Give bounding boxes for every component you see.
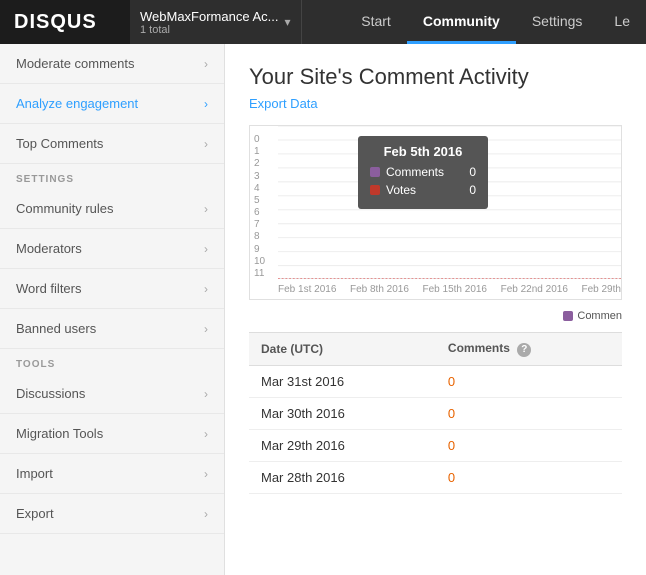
chevron-icon: › xyxy=(204,467,208,481)
sidebar-label-migration-tools: Migration Tools xyxy=(16,426,103,441)
site-chevron-icon: ▾ xyxy=(284,15,290,29)
sidebar-label-word-filters: Word filters xyxy=(16,281,82,296)
export-data-link[interactable]: Export Data xyxy=(249,96,318,111)
sidebar-item-banned-users[interactable]: Banned users › xyxy=(0,309,224,349)
table-cell-date: Mar 29th 2016 xyxy=(249,429,436,461)
sidebar-item-top-comments[interactable]: Top Comments › xyxy=(0,124,224,164)
top-nav: DISQUS WebMaxFormance Ac... 1 total ▾ St… xyxy=(0,0,646,44)
chart-tooltip: Feb 5th 2016 Comments 0 Votes xyxy=(358,136,488,209)
sidebar-item-migration-tools[interactable]: Migration Tools › xyxy=(0,414,224,454)
sidebar-item-export[interactable]: Export › xyxy=(0,494,224,534)
sidebar-label-moderators: Moderators xyxy=(16,241,82,256)
nav-settings[interactable]: Settings xyxy=(516,0,599,44)
chevron-icon: › xyxy=(204,137,208,151)
nav-le[interactable]: Le xyxy=(598,0,646,44)
main-layout: Moderate comments › Analyze engagement ›… xyxy=(0,44,646,575)
sidebar-item-import[interactable]: Import › xyxy=(0,454,224,494)
chevron-icon: › xyxy=(204,387,208,401)
chart-area: Feb 1st 2016 Feb 8th 2016 Feb 15th 2016 … xyxy=(278,126,621,299)
table-cell-comments: 0 xyxy=(436,429,622,461)
sidebar-label-moderate-comments: Moderate comments xyxy=(16,56,135,71)
sidebar-label-top-comments: Top Comments xyxy=(16,136,103,151)
page-title: Your Site's Comment Activity xyxy=(249,64,622,90)
table-row: Mar 31st 2016 0 xyxy=(249,365,622,397)
table-cell-comments: 0 xyxy=(436,461,622,493)
chevron-icon: › xyxy=(204,507,208,521)
sidebar-label-community-rules: Community rules xyxy=(16,201,114,216)
tooltip-votes-value: 0 xyxy=(469,183,476,197)
sidebar-item-analyze-engagement[interactable]: Analyze engagement › xyxy=(0,84,224,124)
col-header-comments: Comments ? xyxy=(436,333,622,366)
table-row: Mar 28th 2016 0 xyxy=(249,461,622,493)
chevron-icon: › xyxy=(204,322,208,336)
nav-start[interactable]: Start xyxy=(345,0,407,44)
sidebar-label-analyze-engagement: Analyze engagement xyxy=(16,96,138,111)
chevron-icon: › xyxy=(204,57,208,71)
table-cell-comments: 0 xyxy=(436,397,622,429)
chart-xaxis: Feb 1st 2016 Feb 8th 2016 Feb 15th 2016 … xyxy=(278,282,621,300)
chevron-icon: › xyxy=(204,282,208,296)
table-row: Mar 29th 2016 0 xyxy=(249,429,622,461)
comments-help-icon[interactable]: ? xyxy=(517,343,531,357)
legend-label-comments: Commen xyxy=(577,310,622,322)
nav-community[interactable]: Community xyxy=(407,0,516,44)
tooltip-votes-label: Votes xyxy=(386,183,416,197)
sidebar-item-word-filters[interactable]: Word filters › xyxy=(0,269,224,309)
chevron-icon: › xyxy=(204,242,208,256)
legend-dot-comments xyxy=(563,311,573,321)
nav-links: Start Community Settings Le xyxy=(345,0,646,44)
votes-color-dot xyxy=(370,185,380,195)
table-row: Mar 30th 2016 0 xyxy=(249,397,622,429)
sidebar-item-moderate-comments[interactable]: Moderate comments › xyxy=(0,44,224,84)
content-area: Your Site's Comment Activity Export Data… xyxy=(225,44,646,575)
chevron-icon: › xyxy=(204,97,208,111)
chart-container: 11 10 9 8 7 6 5 4 3 2 1 0 xyxy=(249,125,622,300)
sidebar-item-discussions[interactable]: Discussions › xyxy=(0,374,224,414)
chart-yaxis: 11 10 9 8 7 6 5 4 3 2 1 0 xyxy=(250,126,278,299)
table-cell-date: Mar 28th 2016 xyxy=(249,461,436,493)
sidebar-label-export: Export xyxy=(16,506,54,521)
sidebar-item-moderators[interactable]: Moderators › xyxy=(0,229,224,269)
tooltip-date: Feb 5th 2016 xyxy=(370,144,476,159)
sidebar-label-banned-users: Banned users xyxy=(16,321,96,336)
site-selector[interactable]: WebMaxFormance Ac... 1 total ▾ xyxy=(130,0,302,44)
settings-section-label: SETTINGS xyxy=(0,164,224,189)
site-count: 1 total xyxy=(140,24,278,36)
tooltip-comments-label: Comments xyxy=(386,165,444,179)
tooltip-comments-value: 0 xyxy=(469,165,476,179)
logo-area: DISQUS xyxy=(0,0,130,44)
sidebar-label-import: Import xyxy=(16,466,53,481)
comments-table: Date (UTC) Comments ? Mar 31st 2016 0 Ma… xyxy=(249,332,622,494)
table-cell-comments: 0 xyxy=(436,365,622,397)
sidebar-label-discussions: Discussions xyxy=(16,386,85,401)
sidebar: Moderate comments › Analyze engagement ›… xyxy=(0,44,225,575)
table-cell-date: Mar 30th 2016 xyxy=(249,397,436,429)
tooltip-row-votes: Votes 0 xyxy=(370,183,476,197)
sidebar-item-community-rules[interactable]: Community rules › xyxy=(0,189,224,229)
chevron-icon: › xyxy=(204,427,208,441)
chevron-icon: › xyxy=(204,202,208,216)
col-header-date: Date (UTC) xyxy=(249,333,436,366)
comments-color-dot xyxy=(370,167,380,177)
chart-legend: Commen xyxy=(249,310,622,322)
tooltip-row-comments: Comments 0 xyxy=(370,165,476,179)
site-name: WebMaxFormance Ac... xyxy=(140,9,278,24)
tools-section-label: TOOLS xyxy=(0,349,224,374)
logo: DISQUS xyxy=(14,11,97,34)
table-cell-date: Mar 31st 2016 xyxy=(249,365,436,397)
